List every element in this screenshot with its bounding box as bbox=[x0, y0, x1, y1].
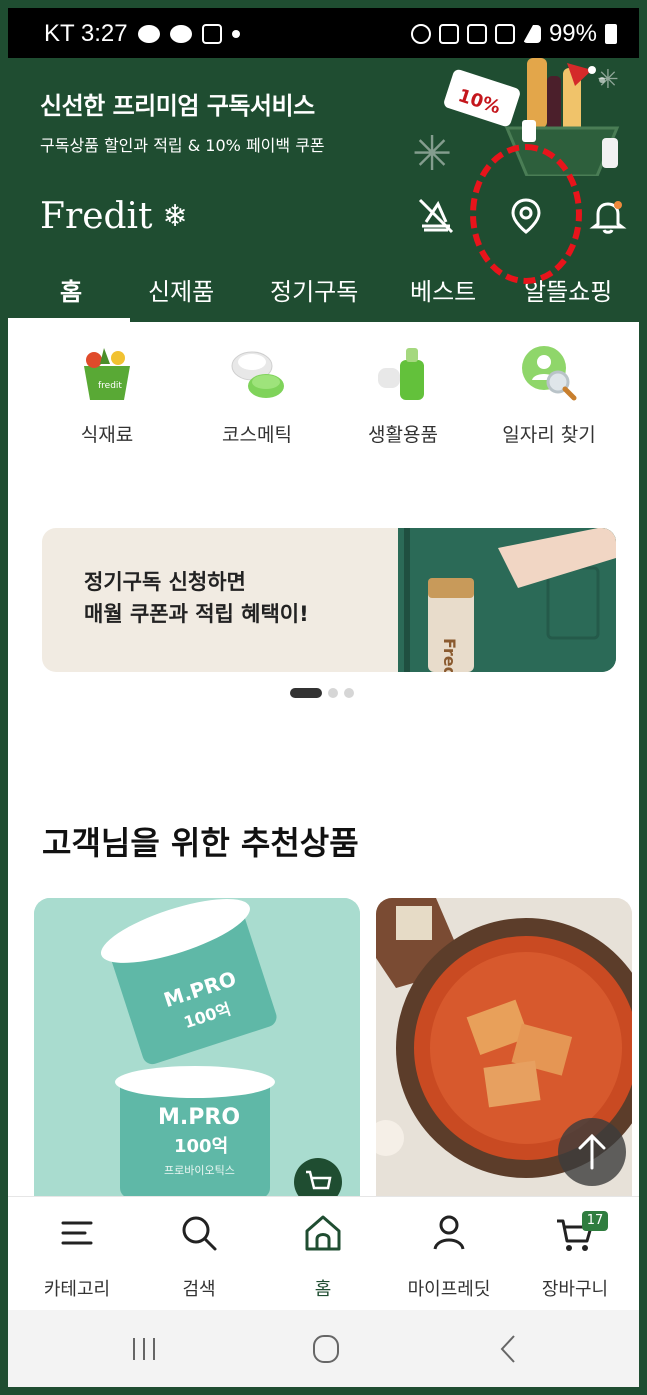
scroll-to-top-button[interactable] bbox=[558, 1118, 626, 1186]
banner-line-1: 정기구독 신청하면 bbox=[84, 570, 246, 594]
cart-count-badge: 17 bbox=[582, 1211, 608, 1231]
category-label: 일자리 찾기 bbox=[502, 424, 596, 446]
tab-best[interactable]: 베스트 bbox=[410, 272, 476, 307]
category-label: 생활용품 bbox=[368, 424, 438, 446]
nav-label: 장바구니 bbox=[541, 1279, 609, 1300]
fredit-logo[interactable]: Fredit ❄ bbox=[40, 196, 188, 237]
banner-text: 정기구독 신청하면 매월 쿠폰과 적립 혜택이! bbox=[84, 566, 309, 630]
category-label: 식재료 bbox=[80, 424, 134, 446]
subscription-box-icon[interactable] bbox=[416, 196, 456, 236]
nav-my-fredit[interactable]: 마이프레딧 bbox=[394, 1211, 504, 1301]
promo-title: 신선한 프리미엄 구독서비스 bbox=[40, 92, 315, 120]
nav-home[interactable]: 홈 bbox=[268, 1211, 378, 1301]
product-desc-text: 프로바이오틱스 bbox=[164, 1164, 235, 1177]
pagination-dot-active[interactable] bbox=[290, 688, 322, 698]
nav-label: 검색 bbox=[182, 1279, 216, 1300]
nav-label: 홈 bbox=[314, 1279, 332, 1300]
banner-door-photo: Fred bbox=[398, 528, 616, 672]
pagination-dot[interactable] bbox=[328, 688, 338, 698]
category-cosmetic[interactable]: 코스메틱 bbox=[192, 342, 322, 447]
highlight-annotation bbox=[470, 144, 582, 284]
nav-label: 마이프레딧 bbox=[407, 1279, 491, 1300]
person-icon bbox=[433, 1215, 465, 1250]
recent-apps-icon[interactable] bbox=[124, 1332, 164, 1366]
notification-bell-icon[interactable] bbox=[588, 196, 628, 236]
nav-search[interactable]: 검색 bbox=[144, 1211, 254, 1301]
5g-icon bbox=[494, 24, 515, 44]
product-image-probiotic: M.PRO 100억 M.PRO 100억 프로바이오틱스 bbox=[34, 898, 360, 1198]
category-grocery[interactable]: fredit 식재료 bbox=[42, 342, 172, 447]
system-navigation-bar bbox=[8, 1310, 639, 1387]
more-notifications-icon bbox=[231, 30, 240, 38]
back-icon[interactable] bbox=[488, 1332, 528, 1366]
alarm-icon bbox=[410, 24, 431, 44]
tab-home[interactable]: 홈 bbox=[60, 272, 82, 307]
battery-percent: 99% bbox=[548, 20, 597, 47]
tab-subscription[interactable]: 정기구독 bbox=[270, 272, 358, 307]
banner-pagination bbox=[290, 688, 354, 698]
banner-line-2: 매월 쿠폰과 적립 혜택이! bbox=[84, 602, 309, 626]
category-shortcuts: fredit 식재료 코스메틱 생활용품 일자리 찾기 bbox=[8, 330, 639, 450]
subscription-banner[interactable]: 정기구독 신청하면 매월 쿠폰과 적립 혜택이! Fred bbox=[42, 528, 616, 672]
category-household[interactable]: 생활용품 bbox=[338, 342, 468, 447]
grocery-basket-icon: fredit bbox=[84, 348, 130, 400]
cosmetic-jar-icon bbox=[231, 351, 284, 398]
svg-text:fredit: fredit bbox=[98, 381, 122, 391]
category-label: 코스메틱 bbox=[222, 424, 292, 446]
gallery-notification-icon bbox=[201, 24, 222, 44]
bottom-navigation: 카테고리 검색 홈 마이프레딧 17 장바구니 bbox=[8, 1196, 639, 1311]
hd-icon bbox=[466, 24, 487, 44]
arrow-up-icon bbox=[578, 1133, 606, 1170]
battery-icon bbox=[605, 24, 617, 44]
household-bottle-icon bbox=[378, 348, 424, 400]
active-tab-indicator bbox=[8, 318, 130, 322]
mute-icon bbox=[438, 24, 459, 44]
nav-cart[interactable]: 17 장바구니 bbox=[520, 1211, 630, 1301]
status-carrier-time: KT 3:27 bbox=[44, 20, 128, 47]
job-search-icon bbox=[522, 346, 577, 401]
home-button-icon[interactable] bbox=[306, 1332, 346, 1366]
search-icon bbox=[182, 1216, 217, 1251]
banner-bag-text: Fred bbox=[440, 638, 459, 672]
product-brand-text-2: M.PRO bbox=[158, 1105, 240, 1130]
nav-category[interactable]: 카테고리 bbox=[22, 1211, 132, 1301]
category-job-search[interactable]: 일자리 찾기 bbox=[484, 342, 614, 447]
pagination-dot[interactable] bbox=[344, 688, 354, 698]
talk-notification-icon bbox=[137, 25, 160, 43]
nav-label: 카테고리 bbox=[43, 1279, 111, 1300]
signal-icon bbox=[522, 25, 541, 43]
svg-text:✳: ✳ bbox=[412, 126, 452, 176]
logo-text: Fredit bbox=[40, 196, 153, 237]
status-bar: KT 3:27 99% bbox=[8, 8, 639, 58]
menu-icon bbox=[61, 1221, 93, 1245]
promo-subtitle: 구독상품 할인과 적립 & 10% 페이백 쿠폰 bbox=[40, 136, 325, 155]
svg-text:✳: ✳ bbox=[597, 65, 619, 95]
product-card[interactable]: M.PRO 100억 M.PRO 100억 프로바이오틱스 bbox=[34, 898, 360, 1198]
product-amount-text-2: 100억 bbox=[174, 1136, 228, 1157]
recommend-section-title: 고객님을 위한 추천상품 bbox=[42, 824, 359, 862]
tab-new-products[interactable]: 신제품 bbox=[148, 272, 214, 307]
snowflake-icon: ❄ bbox=[162, 199, 188, 234]
call-notification-icon bbox=[169, 25, 192, 43]
home-icon bbox=[305, 1215, 341, 1251]
